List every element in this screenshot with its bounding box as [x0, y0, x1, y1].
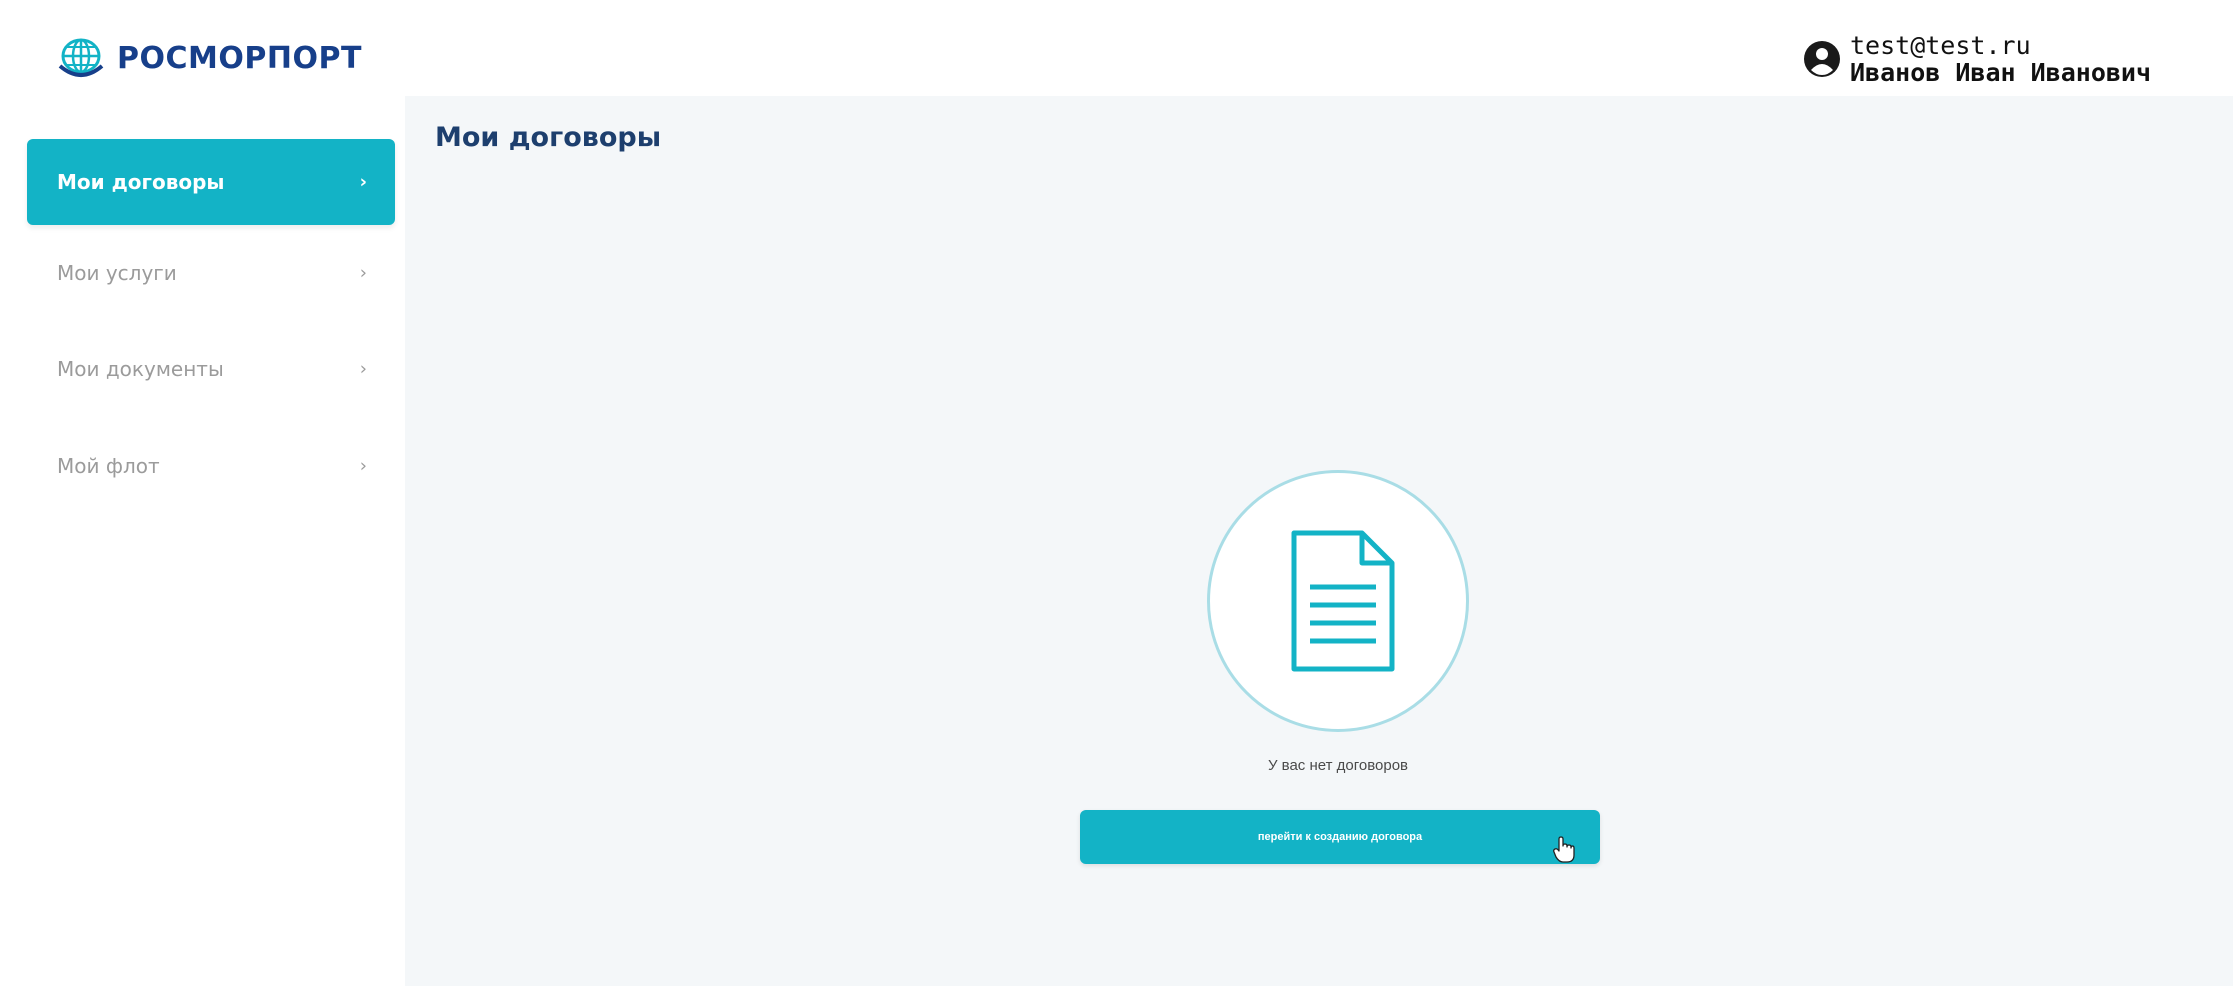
- empty-state-message: У вас нет договоров: [1267, 757, 1409, 774]
- sidebar-item-my-documents[interactable]: Мои документы ›: [27, 326, 395, 412]
- hand-cursor-icon: [1553, 836, 1575, 863]
- globe-anchor-logo-icon: [58, 38, 104, 77]
- create-contract-button-label: перейти к созданию договора: [1257, 831, 1423, 843]
- logo-text: РОСМОРПОРТ: [117, 40, 362, 76]
- document-icon: [1291, 530, 1395, 672]
- user-text: test@test.ru Иванов Иван Иванович: [1850, 33, 2151, 85]
- sidebar-item-my-contracts[interactable]: Мои договоры ›: [27, 139, 395, 225]
- sidebar-item-my-services[interactable]: Мои услуги ›: [27, 230, 395, 316]
- sidebar: Мои договоры › Мои услуги › Мои документ…: [0, 96, 405, 986]
- header: РОСМОРПОРТ test@test.ru Иванов Иван Иван…: [0, 0, 2233, 96]
- chevron-right-icon: ›: [359, 262, 367, 284]
- user-circle-icon: [1804, 41, 1840, 77]
- sidebar-item-label: Мои документы: [57, 357, 224, 381]
- page-title: Мои договоры: [435, 122, 662, 153]
- sidebar-item-label: Мои услуги: [57, 261, 177, 285]
- logo[interactable]: РОСМОРПОРТ: [55, 36, 362, 80]
- sidebar-item-my-fleet[interactable]: Мой флот ›: [27, 423, 395, 509]
- user-profile[interactable]: test@test.ru Иванов Иван Иванович: [1802, 33, 2151, 85]
- create-contract-button[interactable]: перейти к созданию договора: [1080, 810, 1600, 864]
- main-content: Мои договоры У вас нет договоров перейти…: [405, 96, 2233, 986]
- user-name: Иванов Иван Иванович: [1850, 58, 2152, 87]
- chevron-right-icon: ›: [359, 455, 367, 477]
- user-email: test@test.ru: [1850, 31, 2031, 60]
- sidebar-item-label: Мои договоры: [57, 170, 225, 194]
- empty-state-illustration: [1207, 470, 1469, 732]
- chevron-right-icon: ›: [359, 358, 367, 380]
- chevron-right-icon: ›: [359, 171, 367, 193]
- sidebar-item-label: Мой флот: [57, 454, 160, 478]
